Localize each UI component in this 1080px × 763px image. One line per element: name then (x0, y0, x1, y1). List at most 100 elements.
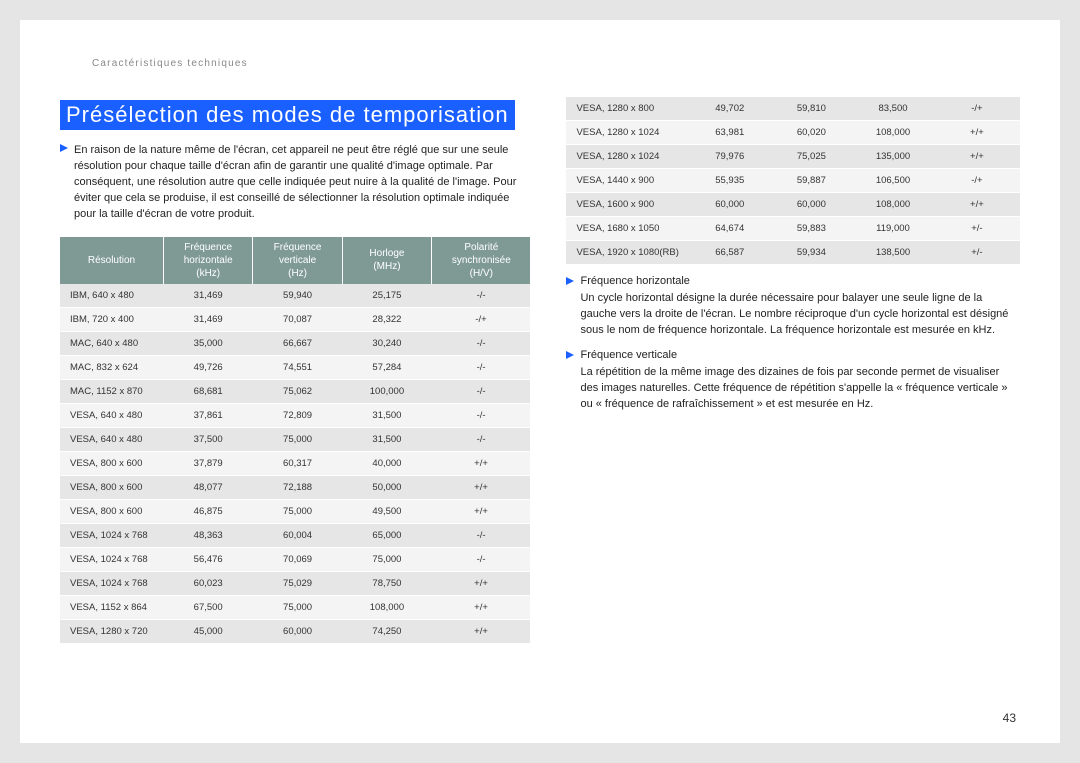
table-cell: -/- (432, 355, 531, 379)
table-cell: 59,940 (253, 284, 342, 308)
table-cell: 106,500 (852, 169, 934, 193)
table-cell: VESA, 640 x 480 (60, 427, 164, 451)
right-column: VESA, 1280 x 80049,70259,81083,500-/+VES… (566, 99, 1020, 644)
table-cell: 66,587 (689, 241, 771, 265)
table-cell: 31,469 (164, 284, 253, 308)
table-cell: 63,981 (689, 121, 771, 145)
table-cell: MAC, 832 x 624 (60, 355, 164, 379)
table-cell: -/+ (432, 307, 531, 331)
table-cell: 31,500 (342, 403, 431, 427)
table-cell: 37,500 (164, 427, 253, 451)
table-cell: 40,000 (342, 451, 431, 475)
table-cell: 70,087 (253, 307, 342, 331)
bullet-icon (566, 349, 580, 361)
table-cell: +/- (934, 217, 1020, 241)
table-cell: 45,000 (164, 619, 253, 643)
table-cell: 59,810 (771, 97, 853, 121)
table-row: IBM, 720 x 40031,46970,08728,322-/+ (60, 307, 530, 331)
table-header-cell: Résolution (60, 237, 164, 284)
table-row: VESA, 800 x 60037,87960,31740,000+/+ (60, 451, 530, 475)
table-cell: 108,000 (342, 595, 431, 619)
table-cell: IBM, 720 x 400 (60, 307, 164, 331)
document-page: Caractéristiques techniques Présélection… (20, 20, 1060, 743)
table-cell: 46,875 (164, 499, 253, 523)
table-cell: VESA, 800 x 600 (60, 475, 164, 499)
modes-table-left: RésolutionFréquence horizontale(kHz)Fréq… (60, 237, 530, 644)
table-cell: IBM, 640 x 480 (60, 284, 164, 308)
table-cell: 28,322 (342, 307, 431, 331)
table-row: VESA, 1152 x 86467,50075,000108,000+/+ (60, 595, 530, 619)
table-row: MAC, 1152 x 87068,68175,062100,000-/- (60, 379, 530, 403)
table-cell: 75,029 (253, 571, 342, 595)
table-cell: 56,476 (164, 547, 253, 571)
table-cell: 60,004 (253, 523, 342, 547)
table-row: VESA, 800 x 60048,07772,18850,000+/+ (60, 475, 530, 499)
table-row: VESA, 1440 x 90055,93559,887106,500-/+ (566, 169, 1020, 193)
table-cell: +/+ (934, 145, 1020, 169)
table-cell: VESA, 1280 x 720 (60, 619, 164, 643)
left-column: Présélection des modes de temporisation … (60, 99, 530, 644)
intro-text: En raison de la nature même de l'écran, … (74, 143, 530, 223)
table-cell: 75,000 (253, 595, 342, 619)
table-cell: VESA, 1920 x 1080(RB) (566, 241, 688, 265)
table-row: VESA, 1280 x 72045,00060,00074,250+/+ (60, 619, 530, 643)
table-cell: VESA, 1440 x 900 (566, 169, 688, 193)
table-row: VESA, 1920 x 1080(RB)66,58759,934138,500… (566, 241, 1020, 265)
table-cell: -/+ (934, 97, 1020, 121)
table-header-row: RésolutionFréquence horizontale(kHz)Fréq… (60, 237, 530, 284)
table-row: VESA, 1280 x 102479,97675,025135,000+/+ (566, 145, 1020, 169)
table-row: VESA, 1600 x 90060,00060,000108,000+/+ (566, 193, 1020, 217)
table-cell: 79,976 (689, 145, 771, 169)
table-row: MAC, 832 x 62449,72674,55157,284-/- (60, 355, 530, 379)
table-cell: 64,674 (689, 217, 771, 241)
table-cell: 60,023 (164, 571, 253, 595)
table-cell: 59,883 (771, 217, 853, 241)
table-cell: VESA, 1024 x 768 (60, 523, 164, 547)
table-row: VESA, 640 x 48037,86172,80931,500-/- (60, 403, 530, 427)
table-cell: 67,500 (164, 595, 253, 619)
table-cell: 74,250 (342, 619, 431, 643)
table-cell: 60,000 (771, 193, 853, 217)
table-cell: VESA, 1600 x 900 (566, 193, 688, 217)
table-row: IBM, 640 x 48031,46959,94025,175-/- (60, 284, 530, 308)
table-cell: 57,284 (342, 355, 431, 379)
table-cell: +/+ (432, 499, 531, 523)
table-cell: 108,000 (852, 193, 934, 217)
table-cell: -/- (432, 331, 531, 355)
table-header-cell: Polarité synchronisée(H/V) (432, 237, 531, 284)
table-cell: MAC, 1152 x 870 (60, 379, 164, 403)
table-cell: 68,681 (164, 379, 253, 403)
table-cell: 75,000 (342, 547, 431, 571)
table-cell: VESA, 1280 x 1024 (566, 121, 688, 145)
page-title: Présélection des modes de temporisation (60, 100, 515, 130)
page-number: 43 (1003, 711, 1016, 725)
table-cell: 37,861 (164, 403, 253, 427)
freq-horizontal-text: Un cycle horizontal désigne la durée néc… (580, 291, 1020, 339)
table-cell: +/+ (934, 193, 1020, 217)
table-cell: -/- (432, 403, 531, 427)
table-cell: 72,809 (253, 403, 342, 427)
freq-vertical-heading: Fréquence verticale (566, 349, 1020, 361)
table-cell: 119,000 (852, 217, 934, 241)
table-cell: VESA, 1152 x 864 (60, 595, 164, 619)
table-cell: 49,702 (689, 97, 771, 121)
table-cell: +/+ (432, 571, 531, 595)
intro-block: En raison de la nature même de l'écran, … (60, 143, 530, 223)
table-cell: +/+ (432, 475, 531, 499)
freq-vertical-title: Fréquence verticale (580, 349, 677, 361)
table-cell: 48,363 (164, 523, 253, 547)
table-cell: 65,000 (342, 523, 431, 547)
freq-horizontal-heading: Fréquence horizontale (566, 275, 1020, 287)
table-cell: 55,935 (689, 169, 771, 193)
table-cell: VESA, 1024 x 768 (60, 571, 164, 595)
table-cell: 25,175 (342, 284, 431, 308)
table-cell: -/- (432, 523, 531, 547)
table-row: VESA, 1280 x 102463,98160,020108,000+/+ (566, 121, 1020, 145)
table-row: VESA, 640 x 48037,50075,00031,500-/- (60, 427, 530, 451)
table-row: VESA, 1280 x 80049,70259,81083,500-/+ (566, 97, 1020, 121)
table-cell: 59,887 (771, 169, 853, 193)
table-cell: VESA, 800 x 600 (60, 451, 164, 475)
table-header-cell: Fréquence verticale(Hz) (253, 237, 342, 284)
table-cell: -/- (432, 379, 531, 403)
table-header-cell: Horloge(MHz) (342, 237, 431, 284)
